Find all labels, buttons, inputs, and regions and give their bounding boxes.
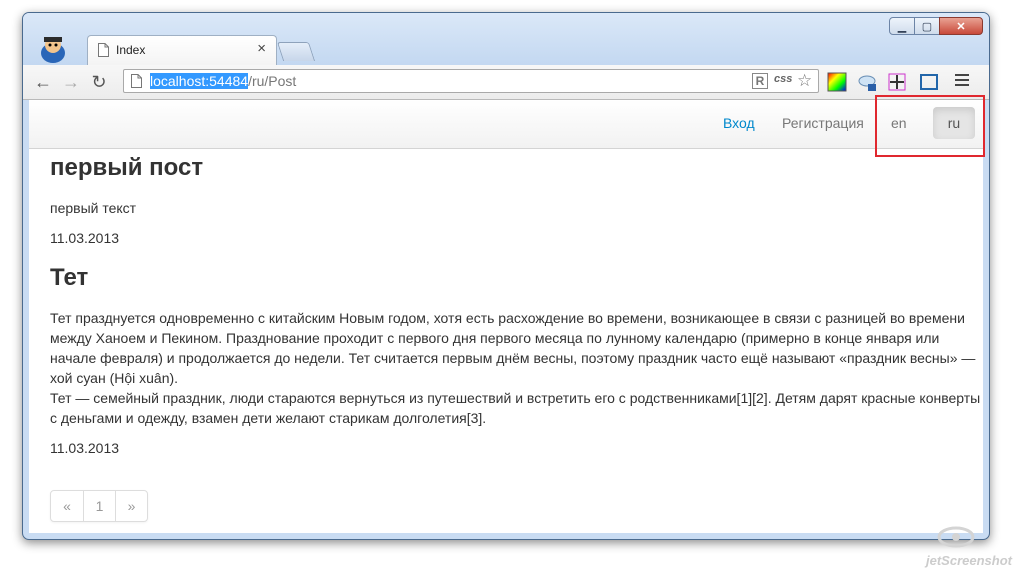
forward-button[interactable]: →	[59, 70, 83, 94]
address-bar[interactable]: localhost:54484/ru/Post R css ☆	[123, 69, 819, 93]
css-extension-icon[interactable]: css	[774, 73, 792, 85]
url-path: /ru/Post	[248, 73, 297, 89]
register-link[interactable]: Регистрация	[782, 115, 864, 131]
page-icon	[131, 74, 142, 88]
browser-toolbar: ← → ↻ localhost:54484/ru/Post R css ☆	[23, 65, 989, 100]
new-tab-button[interactable]	[276, 42, 316, 61]
minimize-button[interactable]: ▁	[889, 17, 915, 35]
r-extension-icon[interactable]: R	[752, 73, 768, 89]
watermark-text: jetScreenshot	[926, 553, 1012, 568]
post-title: Тет	[50, 264, 89, 291]
post-date: 11.03.2013	[50, 230, 120, 246]
title-bar: Index × ▁ ▢ ✕	[23, 13, 989, 65]
close-window-button[interactable]: ✕	[939, 17, 983, 35]
tab-title: Index	[116, 43, 146, 57]
back-button[interactable]: ←	[31, 70, 55, 94]
posts-list: первый пост первый текст 11.03.2013 Тет …	[50, 148, 983, 468]
watermark-logo-icon	[937, 526, 975, 548]
url-host: localhost:54484	[150, 73, 249, 89]
pagination-prev[interactable]: «	[51, 491, 83, 521]
post-date: 11.03.2013	[50, 440, 120, 456]
post-title: первый пост	[50, 154, 204, 181]
pagination: « 1 »	[50, 490, 148, 522]
annotation-highlight-box	[875, 95, 985, 157]
mascot-icon	[41, 37, 65, 63]
reload-button[interactable]: ↻	[87, 70, 111, 94]
weather-cloud-icon[interactable]	[857, 72, 877, 92]
browser-tab[interactable]: Index ×	[87, 35, 277, 65]
bookmark-star-icon[interactable]: ☆	[797, 71, 812, 91]
fullscreen-icon[interactable]	[919, 72, 939, 92]
page-viewport: Вход Регистрация en ru первый пост первы…	[29, 100, 983, 533]
color-picker-icon[interactable]	[827, 72, 847, 92]
post-text: первый текст	[50, 200, 137, 216]
pagination-page[interactable]: 1	[83, 491, 115, 521]
browser-window: Index × ▁ ▢ ✕ ← → ↻ localhost:54484/ru/P…	[22, 12, 990, 540]
post-paragraph: Тет празднуется одновременно с китайским…	[50, 310, 976, 386]
page-icon	[98, 43, 109, 57]
page-ruler-icon[interactable]	[887, 72, 907, 92]
post-paragraph: Тет — семейный праздник, люди стараются …	[50, 390, 981, 426]
site-navbar: Вход Регистрация en ru	[29, 100, 983, 149]
maximize-button[interactable]: ▢	[914, 17, 940, 35]
menu-icon[interactable]	[955, 74, 969, 89]
pagination-next[interactable]: »	[115, 491, 147, 521]
tab-close-button[interactable]: ×	[257, 40, 266, 57]
url-text[interactable]: localhost:54484/ru/Post	[150, 73, 296, 89]
login-link[interactable]: Вход	[723, 115, 755, 131]
window-controls: ▁ ▢ ✕	[889, 17, 983, 37]
post-body: Тет празднуется одновременно с китайским…	[50, 308, 983, 428]
